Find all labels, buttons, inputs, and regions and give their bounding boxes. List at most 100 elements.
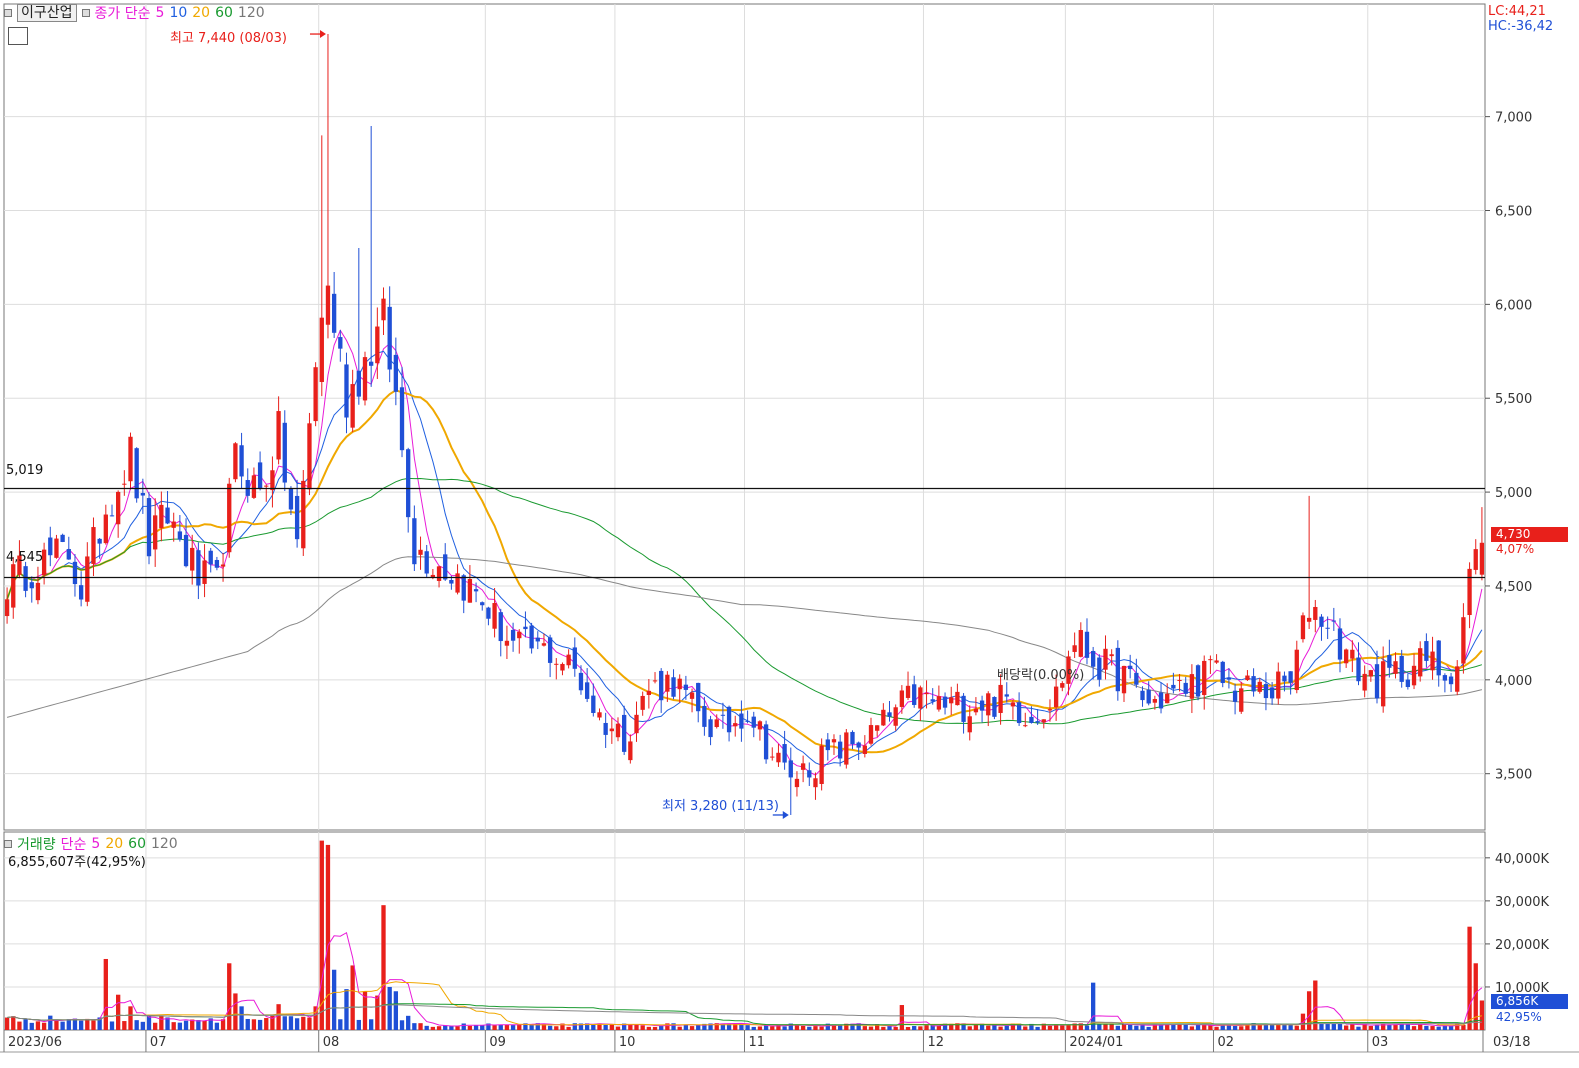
candle-body [622, 714, 627, 752]
volume-bar [1374, 1025, 1380, 1030]
volume-bar [1479, 1000, 1485, 1030]
x-tick-label: 07 [150, 1035, 167, 1050]
volume-tick-label: 40,000K [1495, 852, 1549, 867]
candle-body [844, 732, 849, 765]
volume-bar [301, 1016, 306, 1030]
volume-bar [887, 1026, 892, 1030]
volume-bar [1115, 1025, 1120, 1030]
candle-body [1195, 665, 1201, 697]
candle-body [220, 564, 226, 567]
candle-body [782, 744, 787, 763]
stock-name-button[interactable]: 이구산업 [17, 4, 77, 22]
candle-body [486, 607, 491, 619]
current-price-badge: 4,730 [1491, 527, 1568, 542]
volume-bar [1356, 1026, 1361, 1030]
candle-body [584, 682, 590, 699]
volume-bar [406, 1015, 411, 1030]
volume-bar [294, 1018, 300, 1030]
price-tick-label: 5,000 [1495, 486, 1532, 501]
candle-body [1276, 671, 1281, 699]
candle-body [1294, 649, 1299, 691]
candle-body [1029, 716, 1034, 723]
candle-body [288, 488, 294, 510]
candle-body [23, 566, 28, 591]
volume-bar [862, 1026, 867, 1030]
candle-body [1128, 665, 1133, 670]
candle-body [1374, 664, 1380, 699]
candle-body [325, 285, 331, 325]
candle-body [1306, 617, 1312, 622]
volume-bar [998, 1026, 1003, 1030]
candle-body [807, 770, 812, 778]
volume-bar [1121, 1024, 1127, 1030]
candle-body [1418, 648, 1423, 677]
volume-bar [1134, 1025, 1139, 1030]
candle-body [683, 684, 689, 690]
volume-bar [745, 1025, 750, 1030]
volume-bar [634, 1024, 639, 1030]
candle-body [1121, 665, 1127, 694]
candle-body [227, 483, 232, 553]
candle-body [406, 449, 411, 518]
candle-body [659, 670, 664, 701]
volume-bar [1436, 1026, 1441, 1030]
volume-bar [924, 1025, 929, 1030]
candle-body [961, 695, 966, 722]
candle-body [1060, 683, 1065, 688]
candle-body [202, 560, 207, 584]
volume-bar [4, 1017, 10, 1030]
candle-body [523, 626, 528, 630]
volume-bar [35, 1021, 41, 1030]
candle-body [912, 684, 917, 705]
candle-body [66, 549, 71, 560]
candle-body [1047, 709, 1053, 711]
volume-bar [399, 1020, 405, 1030]
volume-bar [480, 1025, 485, 1030]
volume-bar [153, 1022, 158, 1030]
price-tick-label: 5,500 [1495, 392, 1532, 407]
candle-body [918, 687, 923, 709]
candle-body [714, 719, 719, 728]
candle-body [369, 361, 374, 366]
volume-bar [177, 1022, 183, 1030]
candle-body [134, 448, 139, 499]
candle-body [1140, 690, 1145, 701]
volume-bar [1343, 1025, 1349, 1030]
volume-bar [331, 969, 337, 1030]
volume-bar [554, 1026, 559, 1030]
candle-body [702, 705, 707, 727]
ma20-label: 20 [192, 5, 211, 21]
candle-body [443, 554, 448, 580]
volume-bar [140, 1021, 146, 1030]
volume-bar [807, 1026, 812, 1030]
candle-body [634, 714, 639, 734]
candle-body [344, 364, 349, 418]
candle-body [307, 423, 312, 490]
x-tick-label: 08 [323, 1035, 340, 1050]
volume-toggle-icon[interactable] [4, 840, 12, 848]
candle-body [29, 582, 34, 589]
volume-bar [1171, 1024, 1176, 1030]
candle-body [597, 712, 602, 718]
volume-bar [1424, 1025, 1429, 1030]
candle-body [381, 298, 386, 321]
candle-body [930, 699, 935, 702]
ma-title: 종가 단순 [94, 6, 151, 22]
volume-bar [1430, 1026, 1435, 1030]
ma-toggle-icon[interactable] [81, 9, 90, 17]
candle-body [720, 714, 726, 716]
grid-table-icon[interactable] [8, 27, 28, 45]
candle-body [510, 629, 516, 641]
candle-body [967, 716, 972, 733]
volume-bar [1294, 1025, 1299, 1030]
candle-body [1134, 672, 1139, 685]
price-tick-label: 4,500 [1495, 580, 1532, 595]
candle-body [140, 492, 146, 496]
volume-bar [233, 993, 238, 1030]
candle-body [578, 672, 584, 691]
candle-body [868, 725, 874, 744]
candle-body [992, 696, 997, 717]
candle-body [1362, 673, 1367, 691]
candle-body [177, 531, 183, 540]
legend-toggle-icon[interactable] [4, 9, 12, 17]
